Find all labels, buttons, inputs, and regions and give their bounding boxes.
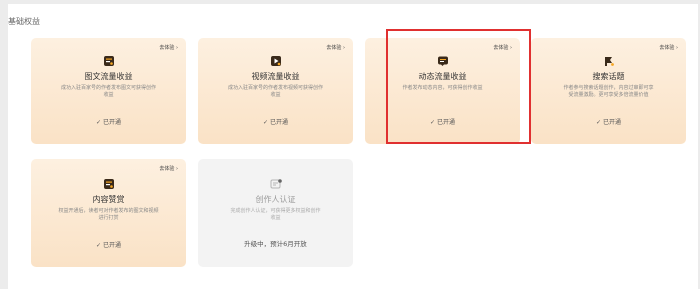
article-icon [103, 55, 115, 67]
card-status: ✓ 已开通 [595, 119, 622, 126]
check-icon: ✓ [95, 242, 101, 249]
card-desc: 作者参与搜索话题创作，内容过审即可享受流量激励。更可享受多倍流量价值 [563, 85, 654, 98]
reward-icon [103, 178, 115, 190]
try-link[interactable]: 去体验 › [159, 165, 178, 172]
try-link[interactable]: 去体验 › [159, 44, 178, 51]
check-icon: ✓ [262, 119, 268, 126]
card-content-reward[interactable]: 去体验 › 内容赞赏 权益开通后，读者可对作者发布的图文和视频进行打赏 ✓ 已开通 [31, 159, 186, 267]
card-video-revenue[interactable]: 去体验 › 视频流量收益 成功入驻百家号的作者发布视频可获得创作收益 ✓ 已开通 [198, 38, 353, 144]
card-creator-certification: 创作人认证 完成创作人认证，可获得更多权益和创作收益 升级中，预计6月开放 [198, 159, 353, 267]
card-status: 升级中，预计6月开放 [244, 240, 307, 248]
search-topic-icon [603, 55, 615, 67]
card-desc: 成功入驻百家号的作者发布视频可获得创作收益 [228, 85, 324, 98]
card-article-revenue[interactable]: 去体验 › 图文流量收益 成功入驻百家号的作者发布图文可获得创作收益 ✓ 已开通 [31, 38, 186, 144]
video-icon [270, 55, 282, 67]
card-status: ✓ 已开通 [262, 119, 289, 126]
try-link[interactable]: 去体验 › [659, 44, 678, 51]
check-icon: ✓ [595, 119, 601, 126]
highlight-box [386, 29, 531, 144]
section-title: 基础权益 [8, 17, 40, 26]
card-desc: 权益开通后，读者可对作者发布的图文和视频进行打赏 [58, 208, 159, 221]
check-icon: ✓ [95, 119, 101, 126]
card-desc: 成功入驻百家号的作者发布图文可获得创作收益 [61, 85, 157, 98]
try-link[interactable]: 去体验 › [326, 44, 345, 51]
card-title: 内容赞赏 [92, 195, 125, 204]
card-status: ✓ 已开通 [95, 119, 122, 126]
certification-icon [270, 178, 282, 190]
card-search-topic[interactable]: 去体验 › 搜索话题 作者参与搜索话题创作，内容过审即可享受流量激励。更可享受多… [531, 38, 686, 144]
card-status: ✓ 已开通 [95, 242, 122, 249]
card-title: 搜索话题 [592, 72, 625, 81]
card-title: 视频流量收益 [251, 72, 300, 81]
card-title: 创作人认证 [255, 195, 296, 204]
card-title: 图文流量收益 [84, 72, 133, 81]
card-desc: 完成创作人认证，可获得更多权益和创作收益 [230, 208, 321, 221]
